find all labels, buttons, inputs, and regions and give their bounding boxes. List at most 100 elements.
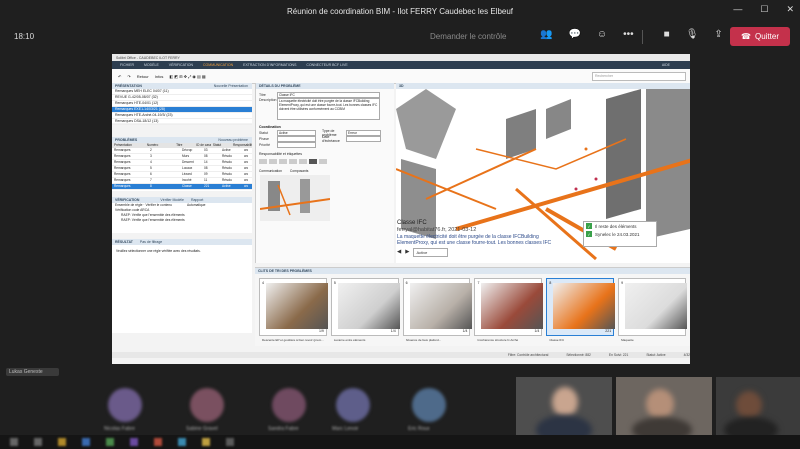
taskbar-app-icon[interactable]	[106, 438, 114, 446]
participant-avatar[interactable]	[190, 388, 224, 422]
taskbar-app-icon[interactable]	[202, 438, 210, 446]
start-icon[interactable]	[10, 438, 18, 446]
issue-title: Classe IFC	[397, 220, 427, 226]
ribbon-tab-communication[interactable]: COMMUNICATION	[203, 63, 233, 67]
tag-chip[interactable]	[309, 159, 317, 164]
result-filter[interactable]: Pas de filtrage	[140, 240, 162, 244]
taskbar-app-icon[interactable]	[58, 438, 66, 446]
issue-nav: ◀ ▶ Active	[397, 248, 567, 257]
presentation-item[interactable]: Remarques DSA-18/12 (13)	[112, 119, 252, 125]
tool-icons[interactable]: ◧ ◩ ⊞ ✥ ⤢ ◉ ▤ ▦	[169, 74, 205, 79]
prev-icon[interactable]: ◀	[397, 249, 401, 256]
participant-video[interactable]	[716, 377, 800, 439]
slide-thumbnail[interactable]: 4 Descente EP et gouttière à bien revoir …	[259, 278, 328, 342]
shared-screen[interactable]: Solibri Office - CAUDEBEC ILOT FERRY FIC…	[112, 54, 690, 364]
due-date-input[interactable]	[346, 136, 381, 142]
redo-icon[interactable]: ↷	[127, 74, 130, 79]
slide-thumbnail[interactable]: 8 Classe IFC 221	[546, 278, 616, 342]
slide-thumbnail[interactable]: 7 Incohérence structure fx Arché 1/4	[474, 278, 544, 342]
presenter-tag: Lukas Geneste	[6, 368, 59, 376]
ribbon-tab-modele[interactable]: MODÈLE	[144, 63, 159, 67]
taskbar-app-icon[interactable]	[226, 438, 234, 446]
more-icon[interactable]: •••	[623, 29, 634, 40]
tag-chip[interactable]	[279, 159, 287, 164]
participant-avatar[interactable]	[108, 388, 142, 422]
ribbon-help[interactable]: AIDE	[662, 63, 670, 67]
participant-avatar[interactable]	[336, 388, 370, 422]
search-input[interactable]: Rechercher	[592, 71, 686, 81]
status-selected: Sélectionné: 882	[566, 353, 591, 357]
slide-preview	[481, 283, 544, 329]
taskbar-app-icon[interactable]	[82, 438, 90, 446]
taskbar-app-icon[interactable]	[154, 438, 162, 446]
ribbon-tab-bcf[interactable]: CONNECTEUR BCF LIVE	[306, 63, 347, 67]
close-button[interactable]: ✕	[786, 4, 794, 15]
people-icon[interactable]: 👥	[540, 29, 552, 40]
tag-chip[interactable]	[299, 159, 307, 164]
slide-thumbnail[interactable]: 9 Maquette	[618, 278, 688, 342]
chat-icon[interactable]: 💬	[568, 29, 580, 40]
problems-table: Présentation Numéro Titre ID de cassé St…	[112, 143, 252, 191]
back-button[interactable]: Retour	[137, 74, 149, 79]
problem-cell: arc	[244, 172, 249, 176]
share-icon[interactable]: ⇪	[714, 29, 722, 40]
issue-status-select[interactable]: Active	[413, 248, 449, 257]
tag-chip[interactable]	[319, 159, 327, 164]
tab-components[interactable]: Composants	[290, 169, 309, 173]
window-title: Réunion de coordination BIM - Ilot FERRY…	[286, 6, 514, 16]
taskbar-app-icon[interactable]	[130, 438, 138, 446]
next-icon[interactable]: ▶	[405, 249, 409, 256]
slides-list: 4 Descente EP et gouttière à bien revoir …	[255, 274, 690, 342]
maximize-button[interactable]: ☐	[760, 4, 768, 15]
participant-avatar[interactable]	[272, 388, 306, 422]
camera-icon[interactable]: ■	[664, 29, 670, 40]
status-state: Statut: Active	[646, 353, 666, 357]
tag-chip[interactable]	[269, 159, 277, 164]
slide-thumbnail[interactable]: 5 Lucarne entre éléments 1/4	[330, 278, 400, 342]
problem-cell: arc	[244, 184, 249, 188]
problem-cell: 7	[150, 178, 152, 182]
taskbar-app-icon[interactable]	[34, 438, 42, 446]
verification-report-button[interactable]: Rapport	[191, 198, 203, 202]
description-input[interactable]: La maquette électricité doit être purgée…	[277, 98, 380, 120]
verification-panel: Ensemble de règle · Vérifier le contenu …	[112, 203, 252, 233]
ribbon-tab-fichier[interactable]: FICHIER	[120, 63, 134, 67]
tag-chip[interactable]	[289, 159, 297, 164]
ribbon-tab-extraction[interactable]: EXTRACTION D'INFORMATIONS	[243, 63, 296, 67]
minimize-button[interactable]: —	[733, 4, 742, 15]
check-icon: ✓	[586, 223, 592, 229]
slide-number: 6	[405, 281, 408, 285]
problem-cell: Lézard	[182, 172, 192, 176]
slide-count: 1/4	[462, 329, 468, 333]
taskbar-app-icon[interactable]	[178, 438, 186, 446]
status-page: 4/32	[683, 353, 690, 357]
participant-name: Marc Lenoir	[332, 426, 359, 432]
problem-cell: Résolu	[222, 178, 232, 182]
undo-icon[interactable]: ↶	[118, 74, 121, 79]
slide-thumbnail[interactable]: 6 Absence de faux plafond... 1/4	[402, 278, 472, 342]
problem-cell: 08	[204, 166, 208, 170]
new-presentation-button[interactable]: Nouvelle Présentation	[214, 83, 248, 89]
tag-chip[interactable]	[259, 159, 267, 164]
participant-video[interactable]	[516, 377, 612, 439]
taskbar	[0, 435, 800, 449]
problem-cell: Active	[222, 148, 231, 152]
participant-avatar[interactable]	[412, 388, 446, 422]
problem-cell: Remarques	[114, 184, 131, 188]
tab-communication[interactable]: Communication	[259, 169, 282, 173]
problem-row[interactable]: Remarques 8 Classe 221 Active arc	[112, 184, 252, 190]
problem-cell: 03	[204, 148, 208, 152]
status-filter: Filtre: Contrôle architectural	[507, 353, 549, 357]
issue-overlay: Classe IFC ferryal@habitat76.fr, 2021-03…	[397, 220, 567, 257]
info-button[interactable]: Infos	[155, 74, 164, 79]
reactions-icon[interactable]: ☺	[597, 29, 607, 40]
mic-icon[interactable]: 🎙	[686, 29, 699, 40]
auto-label[interactable]: Automatique	[187, 203, 206, 207]
ribbon-tab-verification[interactable]: VÉRIFICATION	[169, 63, 193, 67]
quit-button[interactable]: ☎ Quitter	[730, 27, 790, 46]
verify-model-button[interactable]: Vérifier Modèle	[160, 198, 184, 202]
priority-select[interactable]	[277, 142, 316, 148]
request-control-button[interactable]: Demander le contrôle	[430, 32, 506, 41]
participant-video[interactable]	[616, 377, 712, 439]
rule-row[interactable]: RAEP: Vérifie que l'ensemble des élément…	[115, 218, 252, 223]
